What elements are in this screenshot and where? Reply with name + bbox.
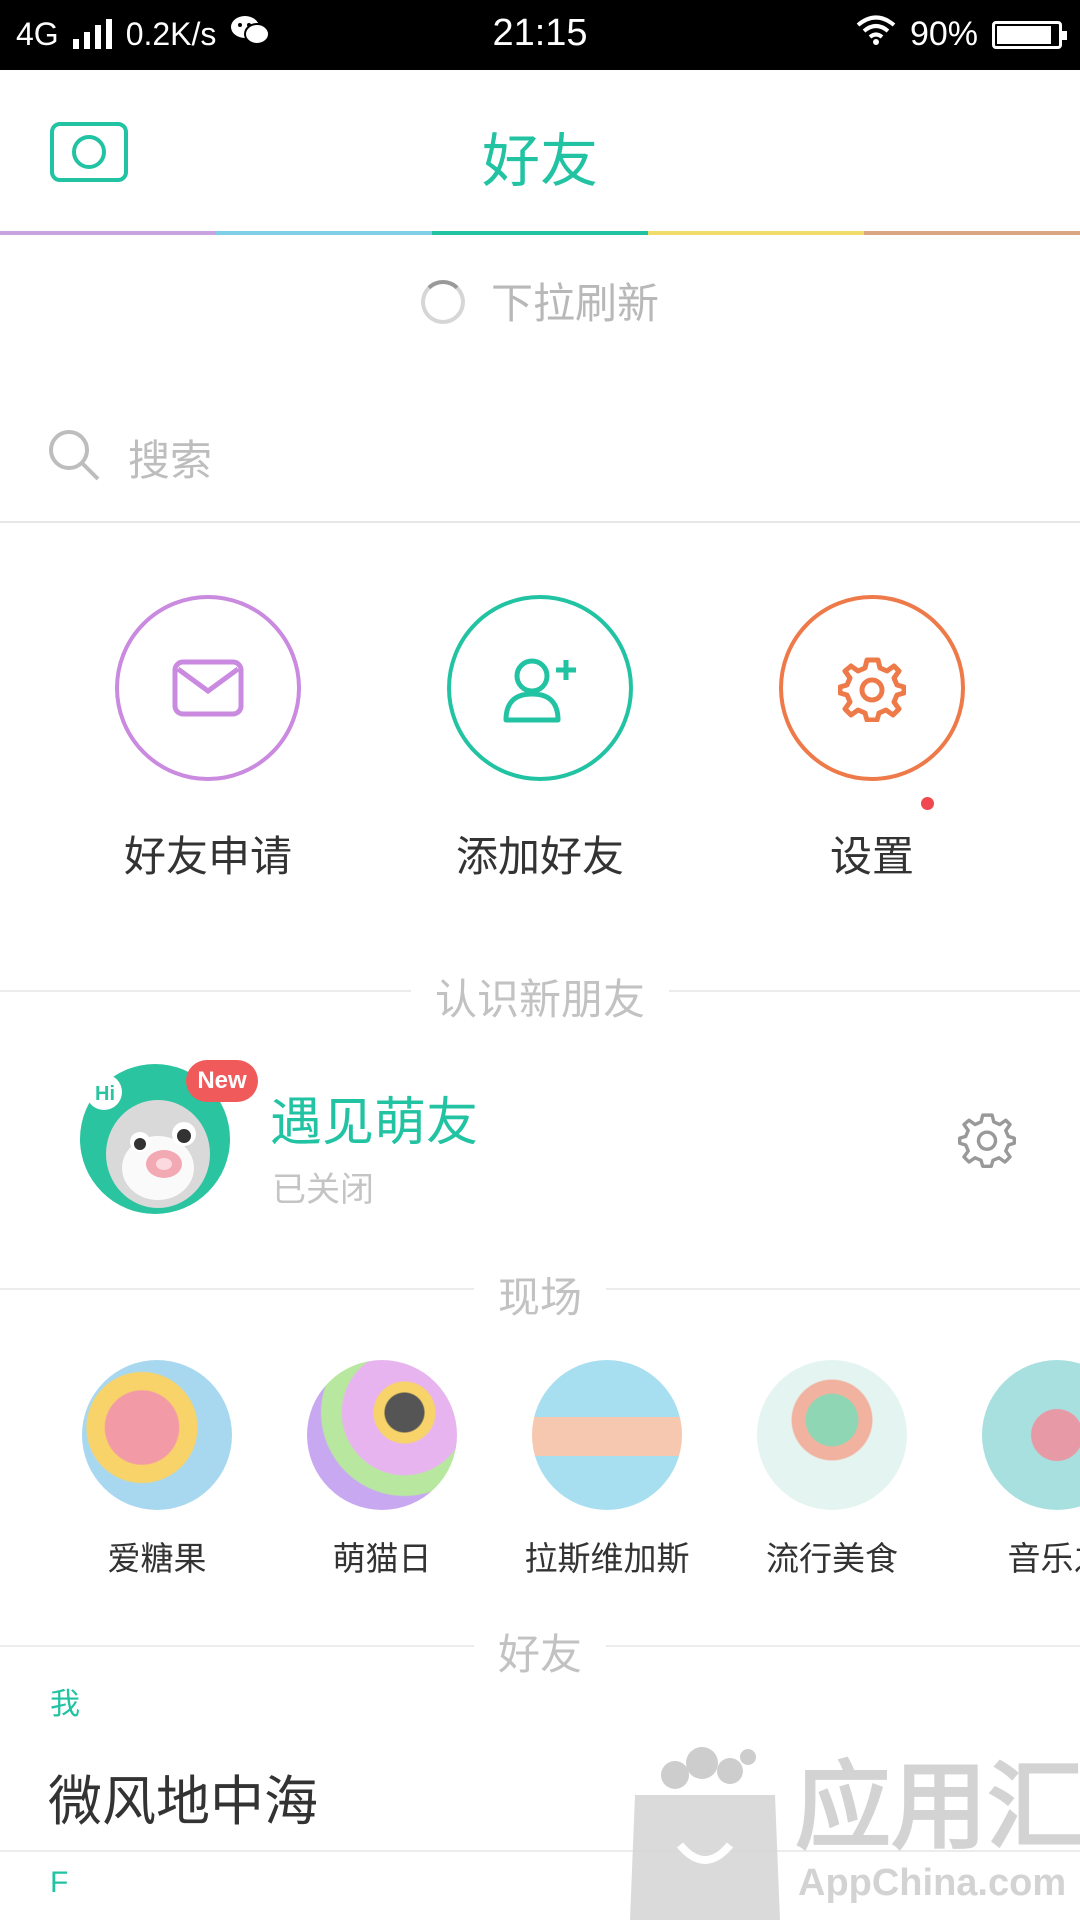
quick-actions: 好友申请 添加好友 设置: [0, 595, 1080, 895]
search-icon: [46, 427, 102, 487]
music-scene-icon: [982, 1360, 1080, 1510]
search-input[interactable]: 搜索: [128, 427, 212, 488]
meet-friends-avatar: Hi New: [80, 1060, 258, 1214]
settings-button[interactable]: 设置: [752, 595, 992, 884]
index-letter: 我: [50, 1687, 80, 1722]
scene-label: 音乐之: [1007, 1539, 1080, 1578]
scene-label: 拉斯维加斯: [524, 1539, 690, 1578]
strip-segment: [648, 231, 864, 235]
section-title: 现场: [473, 1273, 606, 1322]
strip-segment: [216, 231, 432, 235]
watermark-subtext: AppChina.com: [798, 1862, 1066, 1904]
candy-scene-icon: [82, 1360, 232, 1510]
strip-segment: [0, 231, 216, 235]
index-letter: F: [50, 1866, 69, 1899]
settings-label-text: 设置: [829, 832, 914, 881]
section-divider-meet: 认识新朋友: [0, 966, 1080, 1024]
section-title: 认识新朋友: [410, 975, 669, 1024]
appchina-watermark: 应用汇 AppChina.com: [630, 1735, 1080, 1920]
watermark-text: 应用汇: [795, 1751, 1080, 1863]
gear-icon: [958, 1113, 1016, 1168]
scene-label: 爱糖果: [107, 1539, 207, 1578]
watermark-logo: 应用汇 AppChina.com: [630, 1747, 1080, 1920]
strip-segment: [864, 231, 1080, 235]
wifi-icon: [856, 14, 896, 55]
las-vegas-scene-icon: [532, 1360, 682, 1510]
notification-dot: [921, 797, 934, 810]
add-friend-circle: [447, 595, 633, 781]
meet-settings-button[interactable]: [958, 1110, 1016, 1172]
pull-refresh-text: 下拉刷新: [490, 279, 659, 328]
settings-label: 设置: [829, 797, 934, 884]
header-color-strip: [0, 231, 1080, 235]
scene-item[interactable]: 萌猫日: [282, 1360, 482, 1580]
scene-item[interactable]: 爱糖果: [57, 1360, 257, 1580]
add-user-icon: [503, 658, 576, 723]
battery-icon: [992, 20, 1067, 49]
search-bar[interactable]: 搜索: [0, 405, 1080, 523]
scene-item[interactable]: 音乐之: [957, 1360, 1080, 1580]
food-scene-icon: [757, 1360, 907, 1510]
new-badge: New: [186, 1060, 258, 1102]
gear-icon: [838, 657, 906, 722]
mail-icon: [172, 659, 244, 717]
scene-item[interactable]: 拉斯维加斯: [507, 1360, 707, 1580]
status-bar: 4G 0.2K/s 21:15 90%: [0, 0, 1080, 70]
meet-friends-title: 遇见萌友: [270, 1093, 479, 1153]
section-divider-live: 现场: [0, 1264, 1080, 1322]
scene-label: 萌猫日: [332, 1539, 432, 1578]
friend-requests-label: 好友申请: [123, 832, 292, 881]
strip-segment: [432, 231, 648, 235]
battery-percent: 90%: [909, 15, 978, 53]
app-header: 好友: [0, 70, 1080, 233]
svg-text:Hi: Hi: [95, 1083, 115, 1105]
live-scenes-row: 爱糖果 萌猫日 拉斯维加斯 流行美食 音乐之: [0, 1360, 1080, 1590]
cat-scene-icon: [307, 1360, 457, 1510]
add-friend-label: 添加好友: [455, 832, 624, 881]
settings-circle: [779, 595, 965, 781]
scene-label: 流行美食: [766, 1539, 898, 1578]
add-friend-button[interactable]: 添加好友: [420, 595, 660, 884]
page-title: 好友: [481, 127, 598, 195]
meet-friends-status: 已关闭: [272, 1170, 374, 1210]
scene-item[interactable]: 流行美食: [732, 1360, 932, 1580]
friend-requests-circle: [115, 595, 301, 781]
meet-friends-row[interactable]: Hi New 遇见萌友 已关闭: [0, 1050, 1080, 1230]
pull-refresh: 下拉刷新: [0, 270, 1080, 331]
loading-spinner-icon: [420, 280, 465, 324]
friend-requests-button[interactable]: 好友申请: [88, 595, 328, 884]
